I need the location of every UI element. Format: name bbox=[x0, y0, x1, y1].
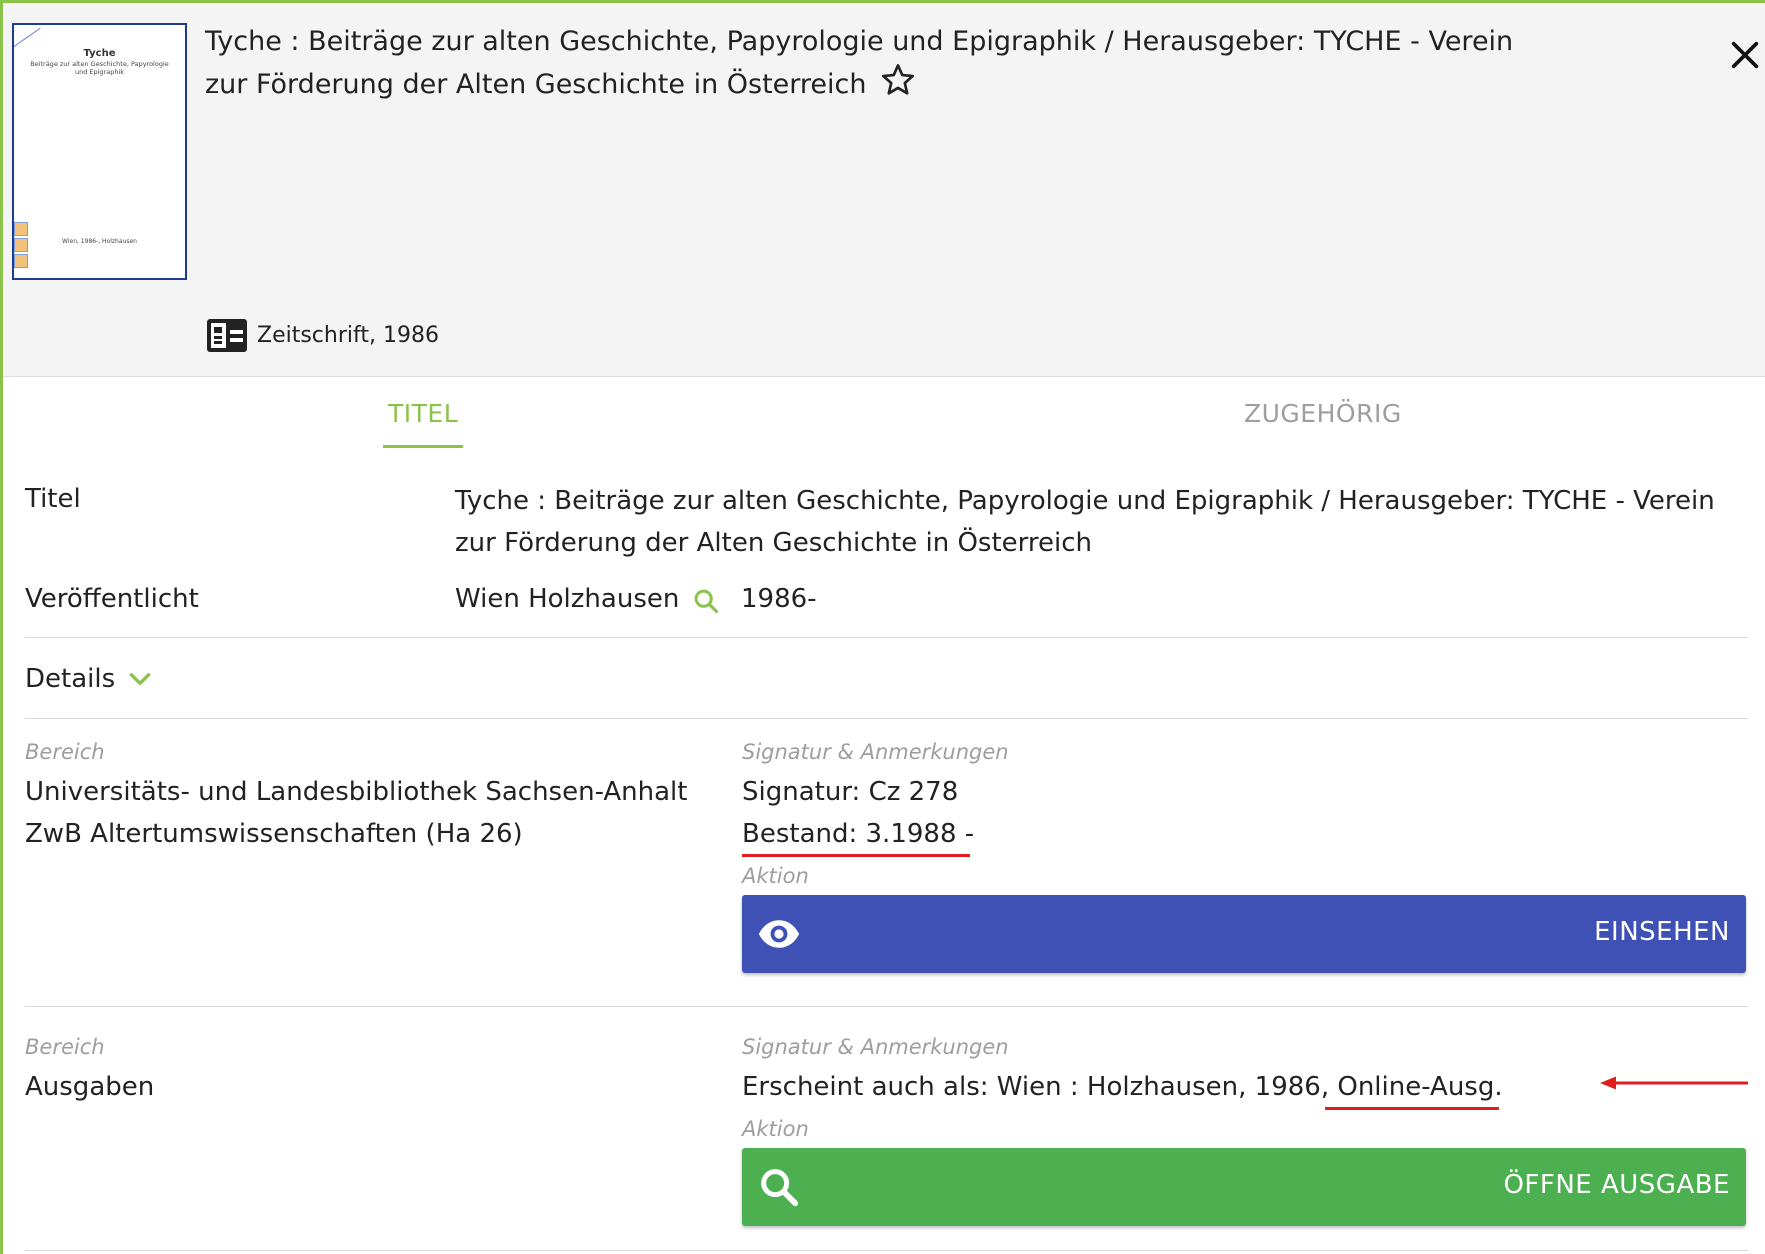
titel-label: Titel bbox=[25, 484, 81, 514]
chevron-down-icon bbox=[127, 666, 153, 692]
search-icon[interactable] bbox=[692, 587, 722, 617]
divider bbox=[25, 1006, 1748, 1007]
record-title-text: Tyche : Beiträge zur alten Geschichte, P… bbox=[205, 26, 1514, 100]
bereich-value: Universitäts- und Landesbibliothek Sachs… bbox=[25, 771, 725, 855]
library-name: Universitäts- und Landesbibliothek Sachs… bbox=[25, 777, 688, 807]
close-icon[interactable] bbox=[1728, 38, 1765, 76]
signatur-label: Signatur & Anmerkungen bbox=[742, 1035, 1009, 1059]
tab-titel[interactable]: TITEL bbox=[388, 399, 458, 428]
library-location: ZwB Altertumswissenschaften (Ha 26) bbox=[25, 819, 523, 849]
cover-thumbnail[interactable]: Tyche Beiträge zur alten Geschichte, Pap… bbox=[12, 23, 187, 280]
divider bbox=[25, 637, 1748, 638]
signatur-value: Signatur: Cz 278 bbox=[742, 777, 959, 807]
eye-icon bbox=[756, 911, 802, 957]
erscheint-auch-als: Erscheint auch als: Wien : Holzhausen, 1… bbox=[742, 1066, 1503, 1108]
oeffne-ausgabe-button[interactable]: ÖFFNE AUSGABE bbox=[742, 1148, 1746, 1226]
aktion-label: Aktion bbox=[742, 864, 809, 888]
cover-tab-marker bbox=[14, 254, 28, 268]
annotation-underline bbox=[742, 854, 970, 857]
star-icon[interactable] bbox=[879, 61, 917, 99]
arrow-left-icon bbox=[1598, 1075, 1750, 1091]
online-ausgabe-link[interactable]: Online-Ausg. bbox=[1337, 1072, 1502, 1102]
annotation-underline bbox=[1325, 1107, 1499, 1110]
divider bbox=[25, 1250, 1748, 1251]
active-tab-indicator bbox=[383, 445, 463, 448]
cover-imprint: Wien, 1986-, Holzhausen bbox=[62, 238, 137, 245]
media-type-label: Zeitschrift, 1986 bbox=[257, 323, 439, 348]
cover-title: Tyche bbox=[83, 48, 116, 59]
signatur-label: Signatur & Anmerkungen bbox=[742, 740, 1009, 764]
record-title: Tyche : Beiträge zur alten Geschichte, P… bbox=[205, 23, 1545, 104]
media-type: Zeitschrift, 1986 bbox=[207, 319, 439, 352]
publisher-place: Wien Holzhausen bbox=[455, 584, 680, 614]
aktion-label: Aktion bbox=[742, 1117, 809, 1141]
details-toggle-label: Details bbox=[25, 664, 116, 694]
search-icon bbox=[756, 1164, 802, 1210]
bereich-label: Bereich bbox=[25, 1035, 105, 1059]
bereich-value: Ausgaben bbox=[25, 1072, 155, 1102]
einsehen-button-label: EINSEHEN bbox=[1594, 917, 1730, 947]
publication-year: 1986- bbox=[741, 584, 817, 614]
bereich-label: Bereich bbox=[25, 740, 105, 764]
tab-zugehoerig[interactable]: ZUGEHÖRIG bbox=[1244, 399, 1402, 428]
bestand-value: Bestand: 3.1988 - bbox=[742, 819, 975, 849]
divider bbox=[25, 718, 1748, 719]
cover-subtitle: Beiträge zur alten Geschichte, Papyrolog… bbox=[30, 60, 169, 76]
cover-tab-marker bbox=[14, 222, 28, 236]
erscheint-text: Erscheint auch als: Wien : Holzhausen, 1… bbox=[742, 1072, 1338, 1102]
oeffne-ausgabe-button-label: ÖFFNE AUSGABE bbox=[1503, 1170, 1730, 1200]
titel-value: Tyche : Beiträge zur alten Geschichte, P… bbox=[455, 486, 1715, 558]
cover-tab-marker bbox=[14, 238, 28, 252]
veroeffentlicht-label: Veröffentlicht bbox=[25, 584, 199, 614]
einsehen-button[interactable]: EINSEHEN bbox=[742, 895, 1746, 973]
tab-bar: TITEL ZUGEHÖRIG bbox=[3, 377, 1765, 448]
record-header: Tyche Beiträge zur alten Geschichte, Pap… bbox=[3, 3, 1765, 377]
details-toggle[interactable]: Details bbox=[25, 664, 153, 694]
journal-type-icon bbox=[207, 319, 247, 352]
